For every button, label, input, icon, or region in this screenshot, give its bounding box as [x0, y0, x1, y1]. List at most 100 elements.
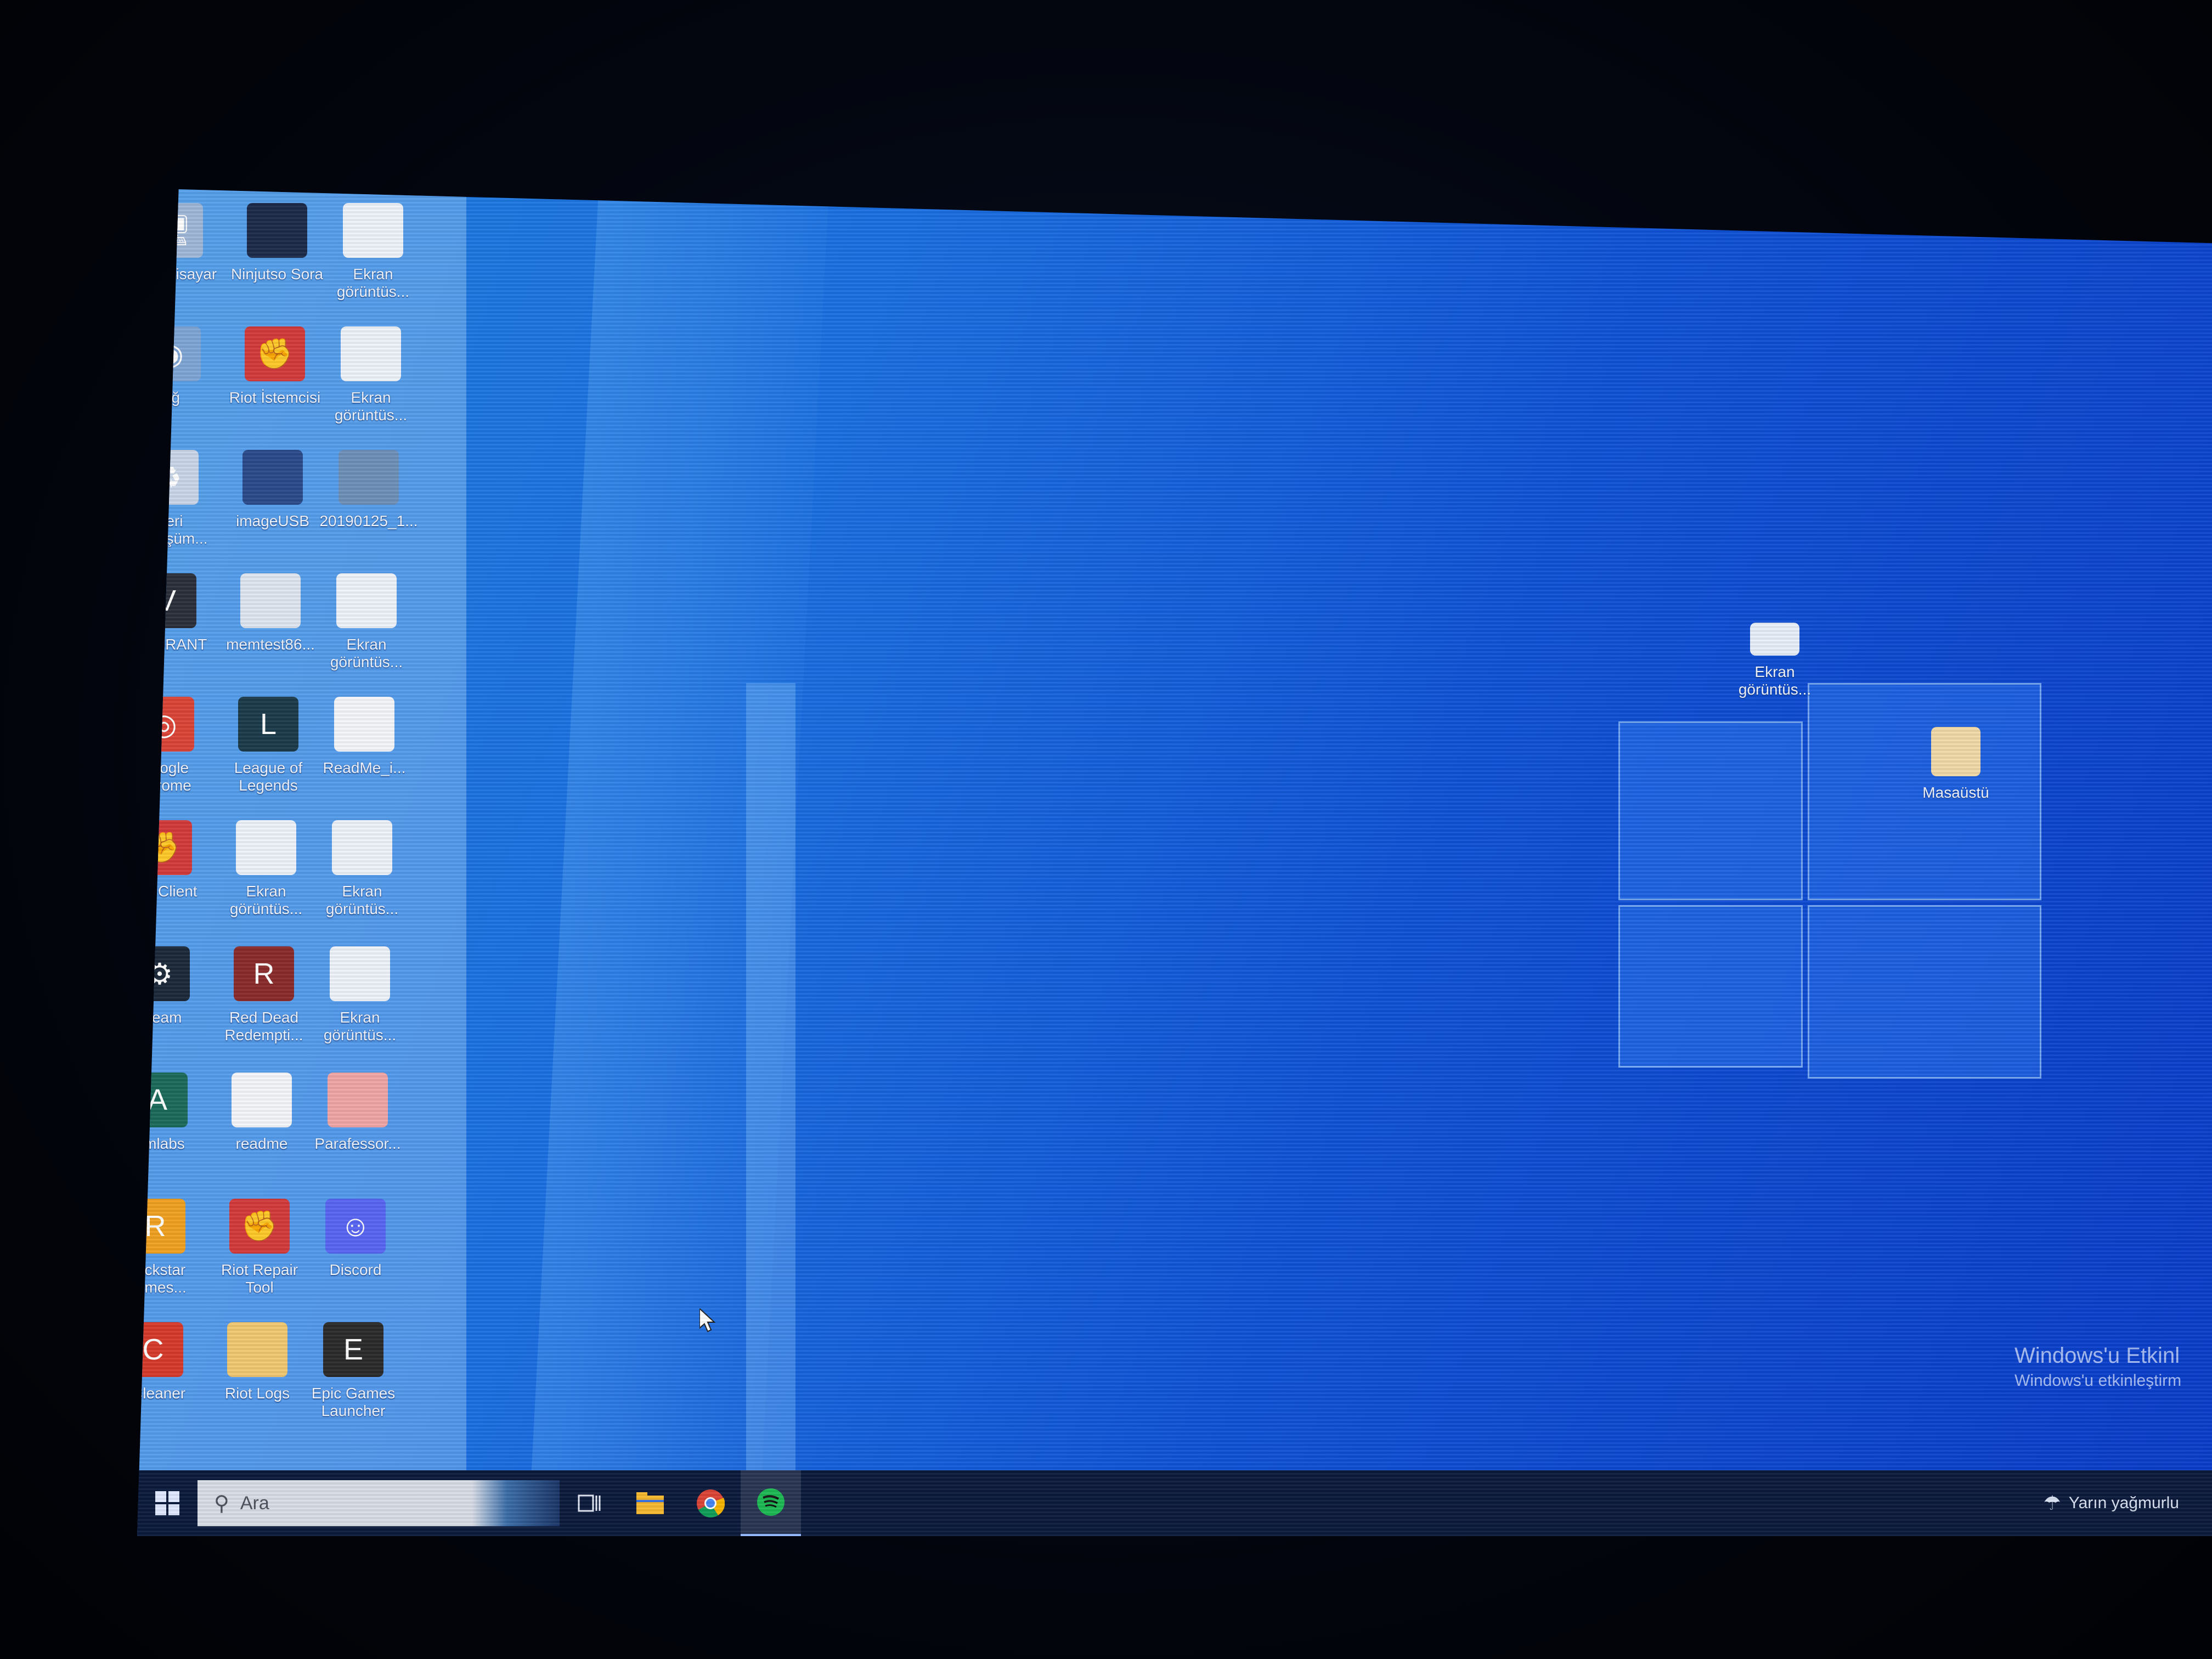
desktop-icon-label: imageUSB: [236, 512, 309, 529]
start-button[interactable]: [137, 1470, 198, 1536]
screenshot-file-icon: [341, 326, 401, 381]
desktop-icon-label: Ekran görüntüs...: [1738, 663, 1812, 698]
screenshot-file-icon: [330, 946, 390, 1001]
desktop-icon-label: memtest86...: [226, 636, 315, 653]
aimlabs-icon: A: [137, 1073, 188, 1127]
activation-watermark: Windows'u Etkinl Windows'u etkinleştirm: [2015, 1343, 2212, 1393]
screenshot-file-icon: [1750, 623, 1799, 656]
desktop-icon[interactable]: V VALORANT: [137, 573, 218, 689]
desktop-icon[interactable]: Ekran görüntüs...: [314, 573, 419, 689]
desktop-icon[interactable]: ◉ Ağ: [137, 326, 223, 442]
task-view-button[interactable]: [560, 1470, 620, 1536]
computer-icon: 🖥: [143, 203, 203, 258]
discord-icon: ☺: [325, 1199, 386, 1254]
desktop-icon[interactable]: E Epic Games Launcher: [301, 1322, 405, 1437]
screenshot-file-icon: [236, 820, 296, 875]
windows-start-icon: [155, 1491, 179, 1515]
weather-text[interactable]: Yarın yağmurlu: [2069, 1494, 2179, 1513]
desktop-icon[interactable]: 🖥 Bu bilgisayar: [137, 203, 225, 318]
desktop-icon-label: Ekran görüntüs...: [229, 883, 303, 917]
desktop-icon[interactable]: memtest86...: [218, 573, 323, 689]
desktop-icon[interactable]: R Rockstar Games...: [137, 1199, 207, 1314]
desktop-icon-label: ReadMe_i...: [323, 759, 406, 776]
desktop-icon[interactable]: A Aimlabs: [137, 1073, 210, 1188]
desktop-icon-label: 20190125_1...: [319, 512, 418, 529]
image-file-icon: [338, 450, 399, 505]
desktop-icon[interactable]: Masaüstü: [1904, 727, 2008, 842]
watermark-subtitle: Windows'u etkinleştirm: [2015, 1372, 2182, 1390]
search-highlight-image: [472, 1480, 560, 1526]
desktop-icon-label: Riot Repair Tool: [221, 1261, 298, 1296]
task-view-icon: [578, 1494, 601, 1512]
wallpaper-light-beam: [746, 683, 795, 1470]
spotify-icon: [757, 1488, 785, 1516]
desktop-icon[interactable]: ReadMe_i...: [312, 697, 416, 812]
desktop-icon[interactable]: C CCleaner: [137, 1322, 205, 1437]
desktop-icon-label: Riot Client: [137, 883, 198, 900]
desktop-folder-icon: [1931, 727, 1980, 776]
league-of-legends-icon: L: [238, 697, 298, 752]
riot-client-icon: ✊: [245, 326, 305, 381]
desktop-icon[interactable]: Ekran görüntüs...: [310, 820, 414, 935]
desktop-icon[interactable]: ✊ Riot İstemcisi: [223, 326, 327, 442]
desktop-icon[interactable]: ✊ Riot Client: [137, 820, 214, 935]
desktop-icon-label: Aimlabs: [137, 1135, 185, 1152]
desktop-icon[interactable]: R Red Dead Redempti...: [212, 946, 316, 1062]
taskbar-search-box[interactable]: ⚲ Ara: [198, 1480, 560, 1526]
desktop-icon[interactable]: imageUSB: [221, 450, 325, 565]
desktop-icon[interactable]: Parafessor...: [306, 1073, 410, 1188]
desktop-icon-label: Ninjutso Sora: [230, 266, 324, 283]
chrome-icon: ◎: [137, 697, 194, 752]
red-dead-redemption-icon: R: [234, 946, 294, 1001]
desktop-icon-label: Red Dead Redempti...: [224, 1009, 303, 1043]
system-tray: ☂ Yarın yağmurlu: [2044, 1492, 2212, 1515]
watermark-title: Windows'u Etkinl: [2015, 1344, 2180, 1368]
recycle-bin-icon: ♻: [138, 450, 199, 505]
ccleaner-icon: C: [137, 1322, 183, 1377]
desktop-icon[interactable]: L League of Legends: [216, 697, 320, 812]
desktop-icon[interactable]: Ekran görüntüs...: [319, 326, 423, 442]
logo-pane: [1808, 905, 2041, 1079]
logo-pane: [1618, 721, 1803, 900]
screenshot-file-icon: [332, 820, 392, 875]
screenshot-file-icon: [336, 573, 397, 628]
desktop-icon[interactable]: Ekran görüntüs...: [308, 946, 412, 1062]
desktop-icon[interactable]: Riot Logs: [205, 1322, 309, 1437]
spotify-button[interactable]: [741, 1470, 801, 1536]
desktop-icon-label: Ekran görüntüs...: [330, 636, 403, 670]
desktop-screen[interactable]: 🖥 Bu bilgisayar Ninjutso Sora Ekran görüntü…: [137, 189, 2212, 1536]
desktop-icon[interactable]: ⚙ Steam: [137, 946, 212, 1062]
desktop-icon[interactable]: Ninjutso Sora: [225, 203, 329, 318]
screenshot-file-icon: [343, 203, 403, 258]
logo-pane: [1618, 905, 1803, 1068]
rockstar-games-icon: R: [137, 1199, 185, 1254]
valorant-icon: V: [137, 573, 196, 628]
imageusb-icon: [242, 450, 303, 505]
desktop-icon[interactable]: Ekran görüntüs...: [321, 203, 425, 318]
weather-rain-icon[interactable]: ☂: [2044, 1492, 2061, 1515]
desktop-icon-label: Bu bilgisayar: [137, 266, 217, 283]
desktop-icon-label: Riot İstemcisi: [229, 389, 321, 406]
monitor-bezel: 🖥 Bu bilgisayar Ninjutso Sora Ekran görüntü…: [0, 0, 2212, 1659]
desktop-icon[interactable]: ◎ Google Chrome: [137, 697, 216, 812]
desktop-icon[interactable]: Ekran görüntüs...: [214, 820, 318, 935]
desktop-icon[interactable]: readme: [210, 1073, 314, 1188]
search-placeholder: Ara: [240, 1492, 269, 1514]
desktop-icon-label: Google Chrome: [137, 759, 191, 794]
search-icon: ⚲: [214, 1492, 229, 1515]
folder-icon: [227, 1322, 287, 1377]
epic-games-icon: E: [323, 1322, 383, 1377]
file-explorer-button[interactable]: [620, 1470, 680, 1536]
desktop-icon[interactable]: ☺ Discord: [303, 1199, 408, 1314]
desktop-icon-label: Ekran görüntüs...: [334, 389, 408, 424]
desktop-icon[interactable]: ✊ Riot Repair Tool: [207, 1199, 312, 1314]
desktop-icon[interactable]: Ekran görüntüs...: [1723, 623, 1827, 738]
desktop-icon-label: Parafessor...: [314, 1135, 401, 1152]
desktop-icon-label: CCleaner: [137, 1385, 186, 1402]
desktop-icon[interactable]: ♻ Geri Dönüşüm...: [137, 450, 221, 565]
steam-icon: ⚙: [137, 946, 190, 1001]
chrome-button[interactable]: [680, 1470, 741, 1536]
desktop-icon[interactable]: 20190125_1...: [317, 450, 421, 565]
taskbar: ⚲ Ara ☂ Yarın yağmurlu: [137, 1470, 2212, 1536]
riot-repair-icon: ✊: [229, 1199, 290, 1254]
